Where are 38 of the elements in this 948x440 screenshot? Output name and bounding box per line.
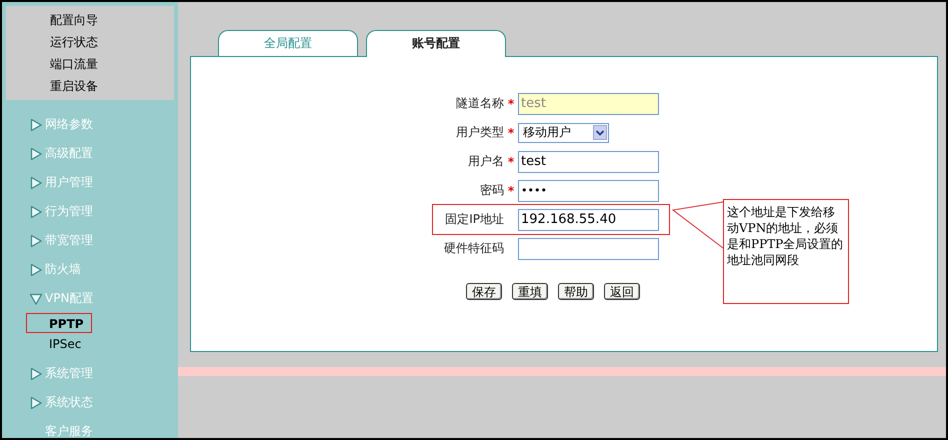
field-label: 密码 (479, 182, 504, 199)
expand-arrow-icon[interactable] (30, 396, 42, 408)
field-label: 隧道名称 (455, 95, 504, 112)
submenu-item[interactable]: IPSec (26, 333, 92, 353)
quick-link[interactable]: 端口流量 (6, 53, 174, 75)
form-button[interactable]: 重填 (512, 283, 548, 300)
callout-note: 这个地址是下发给移动VPN的地址，必须是和PPTP全局设置的地址池同网段 (723, 199, 849, 304)
expand-arrow-icon[interactable] (30, 148, 42, 160)
form-button[interactable]: 帮助 (558, 283, 594, 300)
form-button[interactable]: 保存 (466, 283, 502, 300)
password-field[interactable]: •••• (518, 180, 659, 202)
form-button[interactable]: 返回 (604, 283, 640, 300)
submenu-item[interactable]: PPTP (26, 313, 92, 333)
tab[interactable]: 全局配置 (218, 30, 358, 56)
input-field[interactable] (518, 238, 659, 260)
quick-link[interactable]: 配置向导 (6, 9, 174, 31)
quick-link[interactable]: 运行状态 (6, 31, 174, 53)
required-mark: * (508, 154, 514, 168)
field-label: 用户类型 (455, 124, 504, 141)
required-mark: * (508, 184, 514, 198)
quick-link[interactable]: 重启设备 (6, 75, 174, 97)
field-label: 用户名 (467, 153, 504, 170)
expand-arrow-icon[interactable] (30, 118, 42, 130)
expand-arrow-icon[interactable] (30, 368, 42, 380)
field-label: 硬件特征码 (443, 240, 504, 257)
input-field[interactable]: 192.168.55.40 (518, 208, 659, 230)
expand-arrow-icon[interactable] (30, 234, 42, 246)
expand-arrow-icon[interactable] (30, 206, 42, 218)
input-field[interactable]: test (518, 150, 659, 172)
required-mark: * (508, 126, 514, 140)
expand-arrow-icon[interactable] (30, 176, 42, 188)
caret-icon (593, 125, 607, 140)
collapse-arrow-icon[interactable] (30, 292, 42, 304)
dropdown[interactable]: 移动用户 (518, 122, 609, 142)
field-label: 固定IP地址 (444, 211, 504, 228)
required-mark: * (508, 96, 514, 110)
tab[interactable]: 账号配置 (366, 30, 506, 57)
expand-arrow-icon[interactable] (30, 264, 42, 276)
